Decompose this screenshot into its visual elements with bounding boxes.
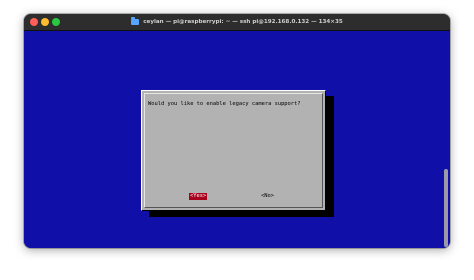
folder-icon [131,17,140,25]
no-button[interactable]: <No> [260,193,275,200]
terminal-window: ceylan — pi@raspberrypi: ~ — ssh pi@192.… [24,14,450,248]
terminal-area[interactable]: Would you like to enable legacy camera s… [24,31,450,248]
yes-button[interactable]: <Yes> [189,193,208,200]
dialog-frame [144,93,323,208]
dialog-question: Would you like to enable legacy camera s… [148,101,301,107]
scrollbar[interactable] [444,169,448,247]
window-title: ceylan — pi@raspberrypi: ~ — ssh pi@192.… [143,19,343,25]
window-title-group: ceylan — pi@raspberrypi: ~ — ssh pi@192.… [24,14,450,30]
confirm-dialog: Would you like to enable legacy camera s… [141,90,326,211]
title-bar: ceylan — pi@raspberrypi: ~ — ssh pi@192.… [24,14,450,31]
